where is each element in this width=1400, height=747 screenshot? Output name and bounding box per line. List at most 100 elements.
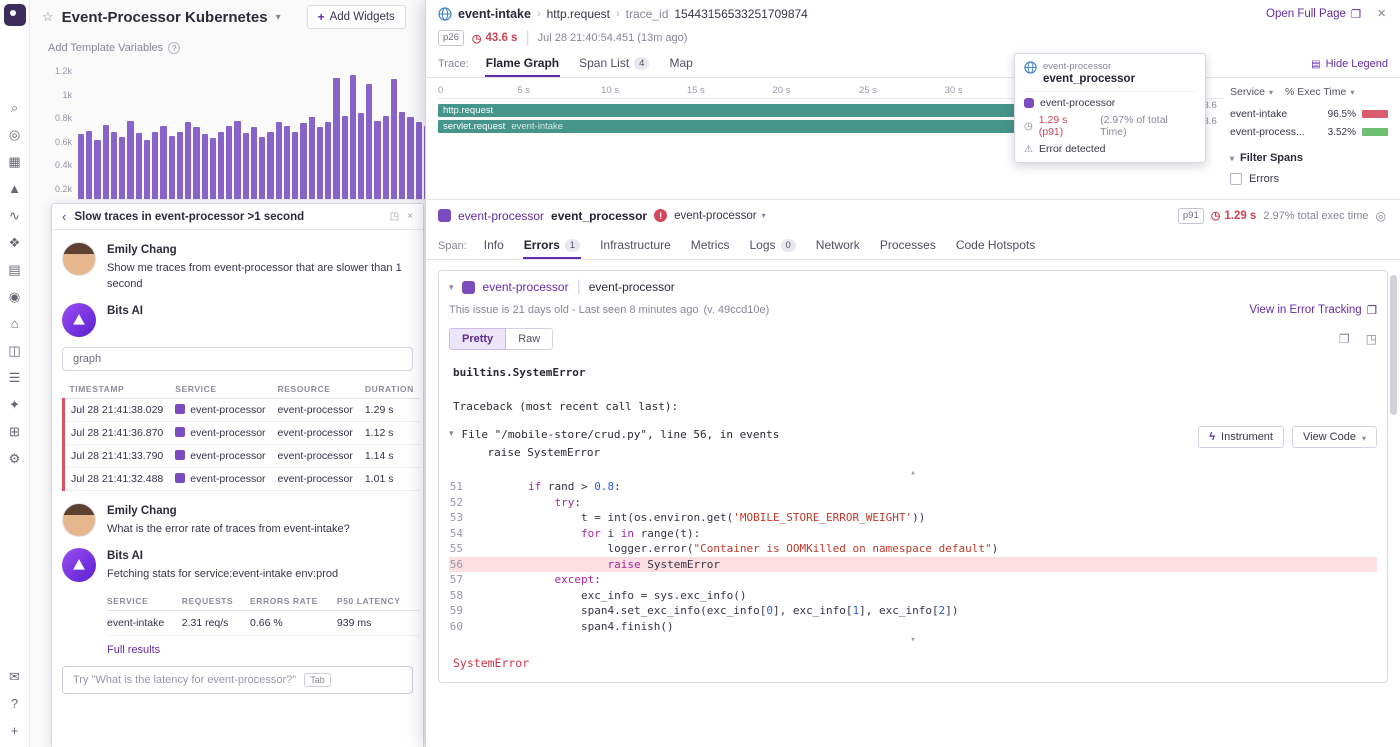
- error-service[interactable]: event-processor: [483, 280, 569, 294]
- scrollbar-thumb[interactable]: [1390, 275, 1397, 415]
- stack-frame-row: ▾ File "/mobile-store/crud.py", line 56,…: [439, 418, 1387, 465]
- add-widgets-label: Add Widgets: [330, 11, 395, 23]
- breadcrumb-service[interactable]: event-intake: [458, 7, 531, 21]
- full-results-link[interactable]: Full results: [107, 644, 413, 656]
- chart-bar: [136, 133, 142, 199]
- tab-processes[interactable]: Processes: [879, 233, 937, 259]
- back-chevron-icon[interactable]: ‹: [62, 209, 66, 224]
- chevron-down-icon[interactable]: ▾: [276, 12, 281, 23]
- chevron-down-icon: ▾: [762, 211, 766, 220]
- notebooks-icon[interactable]: ▤: [7, 262, 23, 278]
- help-icon[interactable]: ?: [7, 696, 23, 712]
- span-selector-dropdown[interactable]: event-processor ▾: [674, 210, 765, 222]
- add-template-variables-link[interactable]: Add Template Variables ?: [48, 42, 180, 54]
- message-author: Bits AI: [107, 305, 143, 317]
- trace-panel-header: event-intake › http.request › trace_id 1…: [426, 0, 1400, 27]
- search-icon[interactable]: ⌕: [7, 100, 23, 116]
- copy-icon[interactable]: ❐: [1339, 332, 1350, 346]
- host-map-icon[interactable]: ▲: [7, 181, 23, 197]
- stats-cell: 939 ms: [337, 610, 419, 635]
- tab-map[interactable]: Map: [668, 51, 693, 77]
- pretty-button[interactable]: Pretty: [449, 328, 506, 350]
- table-row[interactable]: Jul 28 21:41:33.790event-processorevent-…: [64, 444, 420, 467]
- open-in-full-icon[interactable]: ◳: [390, 211, 399, 222]
- tab-info[interactable]: Info: [483, 233, 505, 259]
- bits-ai-logo-icon: [72, 313, 86, 327]
- cell-resource: event-processor: [272, 398, 359, 421]
- tab-metrics[interactable]: Metrics: [690, 233, 731, 259]
- chart-bar: [350, 75, 356, 199]
- fullscreen-icon[interactable]: ◳: [1366, 332, 1377, 346]
- security-icon[interactable]: ✦: [7, 397, 23, 413]
- close-panel-icon[interactable]: ×: [1377, 6, 1386, 21]
- monitors-icon[interactable]: ◉: [7, 289, 23, 305]
- tab-logs[interactable]: Logs0: [748, 233, 796, 259]
- tooltip-exec-pct: (2.97% of total Time): [1100, 114, 1196, 138]
- add-icon[interactable]: +: [7, 723, 23, 739]
- service-dropdown[interactable]: Service ▾: [1230, 86, 1273, 98]
- code-line: 51 if rand > 0.8:: [449, 479, 1377, 495]
- frame-chevron-icon[interactable]: ▾: [449, 428, 454, 439]
- ruler-tick: 25 s: [859, 85, 877, 96]
- star-icon[interactable]: ☆: [42, 9, 54, 25]
- code-line: 55 logger.error("Container is OOMKilled …: [449, 541, 1377, 557]
- span-service[interactable]: event-processor: [458, 209, 544, 223]
- chevron-down-icon: ▾: [1269, 88, 1273, 97]
- settings-icon[interactable]: ⚙: [7, 451, 23, 467]
- hide-legend-button[interactable]: ▤ Hide Legend: [1311, 58, 1388, 77]
- view-code-button[interactable]: View Code ▾: [1292, 426, 1377, 448]
- legend-item-event-intake[interactable]: event-intake96.5%: [1230, 108, 1388, 120]
- logs-icon[interactable]: ☰: [7, 370, 23, 386]
- chat-icon[interactable]: ✉: [7, 669, 23, 685]
- table-row[interactable]: Jul 28 21:41:36.870event-processorevent-…: [64, 421, 420, 444]
- tab-span-list[interactable]: Span List4: [578, 51, 650, 77]
- watchdog-icon[interactable]: ◎: [7, 127, 23, 143]
- close-chat-icon[interactable]: ×: [407, 211, 413, 222]
- legend-item-event-process[interactable]: event-process...3.52%: [1230, 126, 1388, 138]
- expand-up-icon[interactable]: ▴: [449, 467, 1377, 479]
- span-tabs-row: Span: InfoErrors1InfrastructureMetricsLo…: [426, 231, 1400, 260]
- datadog-logo-icon[interactable]: [4, 4, 26, 26]
- chart-bar: [127, 121, 133, 199]
- chat-input[interactable]: Try "What is the latency for event-proce…: [62, 666, 413, 694]
- exec-time-dropdown[interactable]: % Exec Time ▾: [1285, 86, 1354, 98]
- integrations-icon[interactable]: ⊞: [7, 424, 23, 440]
- errors-filter-checkbox[interactable]: Errors: [1230, 173, 1388, 185]
- breadcrumb-operation[interactable]: http.request: [547, 7, 610, 21]
- avatar-bits-ai: [62, 303, 96, 337]
- chat-message-1: Emily Chang Show me traces from event-pr…: [62, 242, 413, 293]
- tab-flame-graph[interactable]: Flame Graph: [485, 51, 560, 77]
- latency-clock-icon: ◷: [1024, 121, 1033, 132]
- tab-errors[interactable]: Errors1: [523, 233, 581, 259]
- stats-row[interactable]: event-intake2.31 req/s0.66 %939 ms: [107, 610, 419, 635]
- rum-icon[interactable]: ◫: [7, 343, 23, 359]
- collapse-chevron-icon[interactable]: ▾: [449, 282, 454, 293]
- tab-code-hotspots[interactable]: Code Hotspots: [955, 233, 1036, 259]
- dashboard-header: ☆ Event-Processor Kubernetes ▾ + Add Wid…: [30, 0, 406, 34]
- expand-down-icon[interactable]: ▾: [449, 634, 1377, 646]
- add-widgets-button[interactable]: + Add Widgets: [307, 5, 406, 29]
- chart-bar: [160, 126, 166, 199]
- dashboards-icon[interactable]: ▦: [7, 154, 23, 170]
- graph-attachment[interactable]: graph: [62, 347, 413, 371]
- infrastructure-icon[interactable]: ⌂: [7, 316, 23, 332]
- raw-button[interactable]: Raw: [506, 328, 553, 350]
- chart-bar: [78, 134, 84, 199]
- tab-infrastructure[interactable]: Infrastructure: [599, 233, 672, 259]
- filter-spans-toggle[interactable]: ▾ Filter Spans: [1230, 152, 1388, 164]
- apm-service-icon: [175, 404, 185, 414]
- view-in-error-tracking-link[interactable]: View in Error Tracking ❐: [1249, 303, 1377, 317]
- legend-color-bar: [1362, 128, 1388, 136]
- apm-service-icon: [175, 427, 185, 437]
- instrument-button[interactable]: ϟ Instrument: [1198, 426, 1284, 448]
- bits-ai-logo-icon: [72, 558, 86, 572]
- apm-icon[interactable]: ❖: [7, 235, 23, 251]
- cell-resource: event-processor: [272, 444, 359, 467]
- focus-span-icon[interactable]: ◎: [1376, 209, 1386, 223]
- table-row[interactable]: Jul 28 21:41:38.029event-processorevent-…: [64, 398, 420, 421]
- table-row[interactable]: Jul 28 21:41:32.488event-processorevent-…: [64, 467, 420, 490]
- chart-bar: [317, 127, 323, 199]
- open-full-page-link[interactable]: Open Full Page ❐: [1266, 7, 1361, 21]
- tab-network[interactable]: Network: [815, 233, 861, 259]
- metrics-icon[interactable]: ∿: [7, 208, 23, 224]
